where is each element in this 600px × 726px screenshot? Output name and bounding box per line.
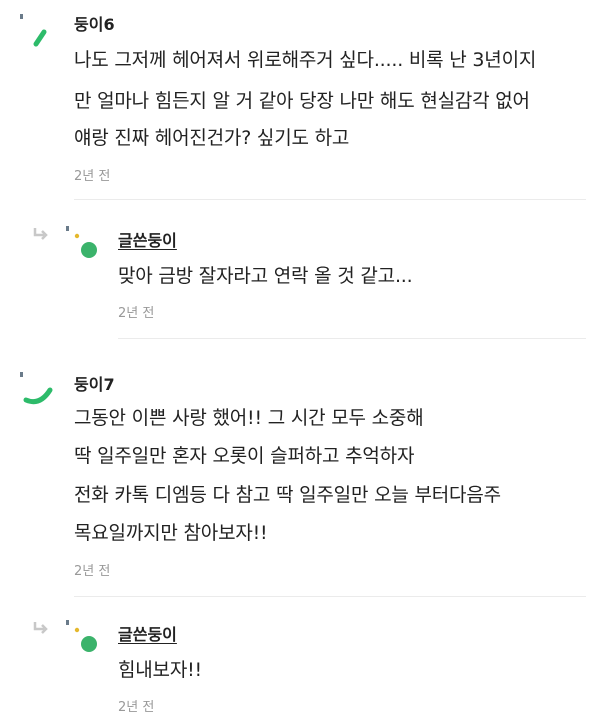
avatar[interactable] (60, 614, 104, 658)
comment-timestamp: 2년 전 (118, 306, 155, 321)
avatar[interactable] (12, 8, 56, 52)
comment-text: 그동안 이쁜 사랑 했어!! 그 시간 모두 소중해 (74, 407, 424, 429)
avatar[interactable] (12, 368, 56, 412)
comment-timestamp: 2년 전 (118, 700, 155, 715)
comment: 둥이6 나도 그저께 헤어져서 위로해주거 싶다..... 비록 난 3년이지 … (0, 0, 600, 200)
comment-text: 전화 카톡 디엠등 다 참고 딱 일주일만 오늘 부터다음주 (74, 484, 501, 506)
divider (74, 596, 586, 597)
comment-author[interactable]: 글쓴둥이 (118, 227, 177, 251)
comment-text: 얘랑 진짜 헤어진건가? 싶기도 하고 (74, 127, 350, 149)
comment-author[interactable]: 글쓴둥이 (118, 621, 177, 645)
comment-timestamp: 2년 전 (74, 169, 111, 184)
comment-text: 나도 그저께 헤어져서 위로해주거 싶다..... 비록 난 3년이지 (74, 49, 537, 71)
divider (118, 338, 586, 339)
avatar-dot-icon (66, 226, 97, 258)
avatar-leaf-icon (20, 14, 47, 47)
reply-arrow-icon (32, 620, 50, 636)
comment-text: 힘내보자!! (118, 659, 202, 681)
comment-timestamp: 2년 전 (74, 564, 111, 579)
avatar-arc-icon (20, 372, 53, 405)
comment-text: 목요일까지만 참아보자!! (74, 522, 268, 544)
avatar-dot-icon (66, 620, 97, 652)
comment-author[interactable]: 둥이6 (74, 11, 115, 35)
reply-comment: 글쓴둥이 맞아 금방 잘자라고 연락 올 것 같고... 2년 전 (0, 200, 600, 340)
comment: 둥이7 그동안 이쁜 사랑 했어!! 그 시간 모두 소중해 딱 일주일만 혼자… (0, 340, 600, 598)
comment-text: 딱 일주일만 혼자 오롯이 슬퍼하고 추억하자 (74, 445, 415, 467)
comment-text: 맞아 금방 잘자라고 연락 올 것 같고... (118, 265, 413, 287)
comment-text: 만 얼마나 힘든지 알 거 같아 당장 나만 해도 현실감각 없어 (74, 90, 530, 112)
comment-author[interactable]: 둥이7 (74, 371, 115, 395)
reply-arrow-icon (32, 226, 50, 242)
reply-comment: 글쓴둥이 힘내보자!! 2년 전 (0, 598, 600, 726)
avatar[interactable] (60, 220, 104, 264)
